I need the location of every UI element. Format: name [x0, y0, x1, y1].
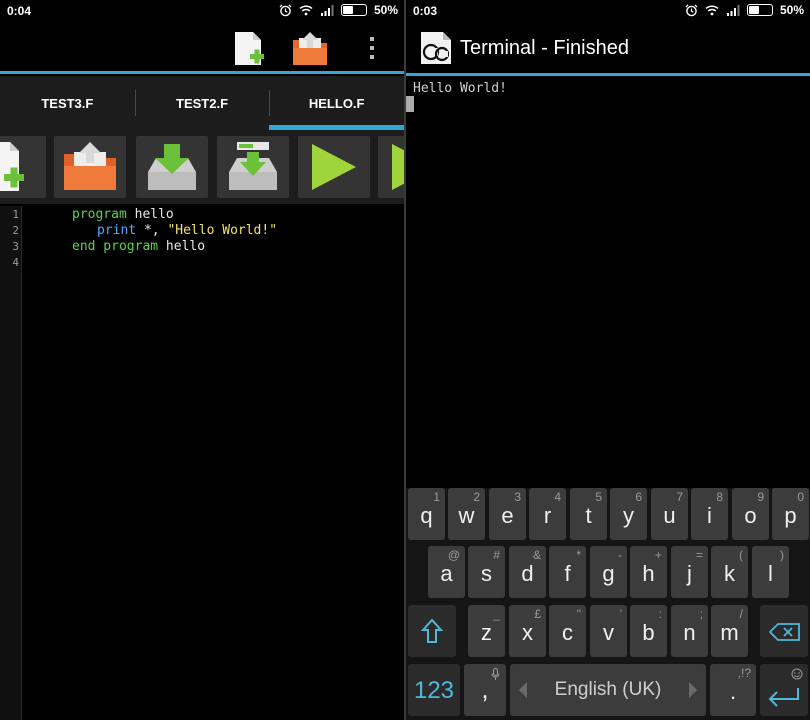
- line-number: 3: [12, 240, 19, 253]
- battery-percent: 50%: [779, 3, 804, 17]
- key-f[interactable]: * f: [549, 546, 586, 598]
- code-area[interactable]: 1 2 3 4 program hello print *, "Hello Wo…: [0, 206, 404, 720]
- comma-key[interactable]: ,: [464, 664, 506, 716]
- status-time: 0:03: [413, 4, 438, 18]
- key-w[interactable]: 2w: [448, 488, 485, 540]
- enter-icon: [768, 688, 799, 707]
- soft-keyboard: 1q 2w 3e 4r 5t 6y 7u 8i 9o 0p @ a # s & d *…: [406, 488, 810, 720]
- save-as-icon: [229, 142, 277, 190]
- key-k[interactable]: (k: [711, 546, 748, 598]
- signal-icon: [320, 5, 334, 16]
- wifi-icon: [705, 5, 719, 16]
- key-y[interactable]: 6y: [610, 488, 647, 540]
- key-e[interactable]: 3e: [489, 488, 526, 540]
- key-n[interactable]: ; n: [671, 605, 708, 657]
- shift-key[interactable]: [408, 605, 456, 657]
- key-z[interactable]: _ z: [468, 605, 505, 657]
- battery-icon: [340, 4, 367, 16]
- smiley-icon: [791, 668, 803, 680]
- new-file-icon: [0, 142, 24, 191]
- space-key[interactable]: English (UK): [510, 664, 706, 716]
- play-icon: [312, 144, 356, 190]
- status-time: 0:04: [7, 4, 32, 18]
- terminal-screen: 0:03 50% Terminal - Finished Hello World…: [406, 0, 810, 720]
- key-o[interactable]: 9o: [732, 488, 769, 540]
- status-bar: 0:04 50%: [0, 0, 404, 22]
- key-c[interactable]: " c: [549, 605, 586, 657]
- chevron-right-icon: [689, 682, 697, 698]
- battery-percent: 50%: [373, 3, 398, 17]
- signal-icon: [726, 5, 740, 16]
- code-line: end program hello: [72, 239, 206, 254]
- save-download-icon: [148, 144, 196, 190]
- line-number: 4: [12, 256, 19, 269]
- key-g[interactable]: -g: [590, 546, 627, 598]
- alarm-icon: [685, 4, 698, 16]
- key-q[interactable]: 1q: [408, 488, 445, 540]
- new-file-button[interactable]: [0, 136, 46, 198]
- alarm-icon: [279, 4, 292, 16]
- backspace-icon: [769, 623, 800, 641]
- key-i[interactable]: 8i: [691, 488, 728, 540]
- key-r[interactable]: 4r: [529, 488, 566, 540]
- key-t[interactable]: 5t: [570, 488, 607, 540]
- shift-arrow-icon: [421, 618, 443, 643]
- key-d[interactable]: & d: [509, 546, 546, 598]
- key-b[interactable]: :b: [630, 605, 667, 657]
- tab-test3[interactable]: TEST3.F: [0, 76, 135, 130]
- code-editor-screen: 0:04 50% TEST3.F TEST2.F HELLO.F 1 2 3 4…: [0, 0, 404, 720]
- line-number-gutter: 1 2 3 4: [0, 206, 22, 720]
- numbers-key[interactable]: 123: [408, 664, 460, 716]
- run-button[interactable]: [298, 136, 370, 198]
- status-bar: 0:03 50%: [406, 0, 810, 22]
- code-line: print *, "Hello World!": [97, 223, 278, 238]
- open-folder-icon: [64, 142, 116, 190]
- key-v[interactable]: ' v: [590, 605, 627, 657]
- key-p[interactable]: 0p: [772, 488, 809, 540]
- file-tabs: TEST3.F TEST2.F HELLO.F: [0, 76, 404, 130]
- key-j[interactable]: = j: [671, 546, 708, 598]
- terminal-output[interactable]: Hello World!: [406, 76, 810, 488]
- line-number: 2: [12, 224, 19, 237]
- line-number: 1: [12, 208, 19, 221]
- key-x[interactable]: £ x: [509, 605, 546, 657]
- battery-icon: [746, 4, 773, 16]
- key-s[interactable]: # s: [468, 546, 505, 598]
- new-file-icon[interactable]: [232, 30, 266, 68]
- tab-test2[interactable]: TEST2.F: [134, 76, 270, 130]
- key-m[interactable]: / m: [711, 605, 748, 657]
- overflow-menu-icon[interactable]: [368, 36, 376, 60]
- editor-toolbar: [0, 130, 404, 204]
- key-h[interactable]: + h: [630, 546, 667, 598]
- code-line: program hello: [72, 207, 174, 222]
- page-title: Terminal - Finished: [460, 37, 629, 59]
- key-a[interactable]: @ a: [428, 546, 465, 598]
- action-bar: Terminal - Finished: [406, 22, 810, 76]
- enter-key[interactable]: [760, 664, 808, 716]
- open-file-button[interactable]: [54, 136, 126, 198]
- key-u[interactable]: 7u: [651, 488, 688, 540]
- terminal-cursor: [406, 96, 414, 112]
- save-as-button[interactable]: [217, 136, 289, 198]
- app-logo-icon: [421, 32, 451, 64]
- backspace-key[interactable]: [760, 605, 808, 657]
- action-bar: [0, 22, 404, 74]
- tab-hello[interactable]: HELLO.F: [269, 76, 404, 130]
- wifi-icon: [299, 5, 313, 16]
- period-key[interactable]: ,!?.: [710, 664, 756, 716]
- key-l[interactable]: ) l: [752, 546, 789, 598]
- open-folder-icon[interactable]: [290, 30, 330, 68]
- save-button[interactable]: [136, 136, 208, 198]
- play-icon: [392, 144, 404, 190]
- terminal-text: Hello World!: [413, 81, 507, 96]
- run-alt-button[interactable]: [378, 136, 404, 198]
